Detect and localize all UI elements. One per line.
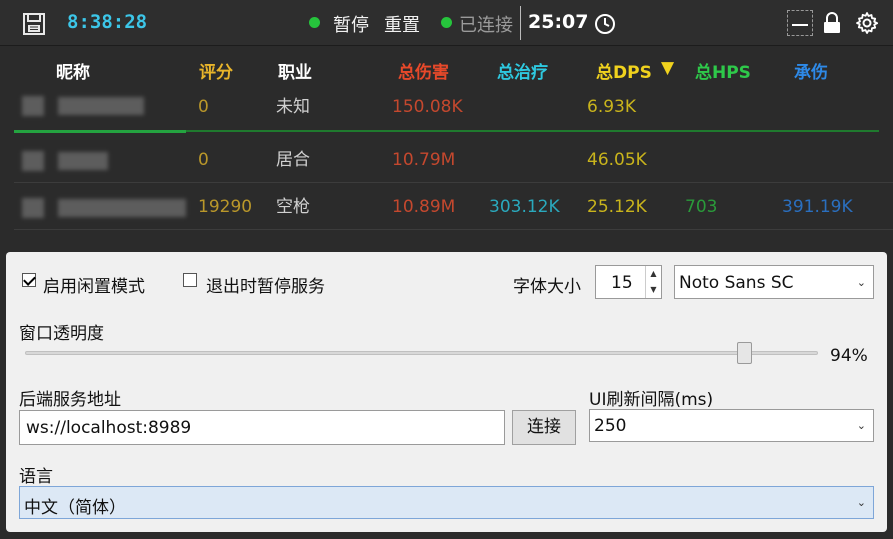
cell-healing: 303.12K — [489, 197, 560, 217]
connect-button[interactable]: 连接 — [512, 410, 576, 445]
font-family-value: Noto Sans SC — [679, 273, 794, 293]
spin-down-icon[interactable]: ▼ — [646, 282, 661, 298]
cell-damage: 10.79M — [392, 150, 456, 170]
player-name-redacted — [58, 152, 108, 170]
row-progress-track — [186, 130, 879, 132]
idle-mode-label[interactable]: 启用闲置模式 — [43, 272, 145, 297]
pause-status-dot — [309, 17, 320, 28]
chevron-down-icon: ⌄ — [856, 496, 866, 509]
idle-mode-checkbox[interactable] — [22, 273, 36, 287]
gear-icon[interactable] — [855, 11, 879, 35]
connection-status-dot — [441, 17, 452, 28]
header-total-dps[interactable]: 总DPS — [596, 58, 652, 83]
header-nickname[interactable]: 昵称 — [56, 58, 90, 83]
opacity-value: 94% — [830, 346, 868, 366]
language-select[interactable]: 中文（简体） ⌄ — [19, 486, 874, 519]
cell-class: 空枪 — [276, 197, 310, 217]
cell-class: 居合 — [276, 150, 310, 170]
avatar — [22, 198, 44, 218]
clock-display: 8:38:28 — [67, 11, 148, 33]
opacity-slider-handle[interactable] — [737, 342, 752, 364]
font-size-value[interactable]: 15 — [611, 273, 633, 293]
header-score[interactable]: 评分 — [199, 58, 233, 83]
player-name-redacted — [58, 199, 186, 217]
header-total-healing[interactable]: 总治疗 — [497, 58, 548, 83]
refresh-interval-label: UI刷新间隔(ms) — [589, 390, 714, 410]
pause-button[interactable]: 暂停 — [333, 11, 369, 37]
separator — [520, 6, 521, 40]
row-divider — [14, 229, 893, 230]
table-row[interactable]: 19290 空枪 10.89M 303.12K 25.12K 703 391.1… — [14, 184, 893, 230]
backend-address-value[interactable]: ws://localhost:8989 — [26, 418, 191, 438]
font-family-select[interactable]: Noto Sans SC ⌄ — [674, 265, 874, 299]
sort-desc-icon: ▼ — [661, 58, 675, 78]
opacity-label: 窗口透明度 — [19, 324, 104, 344]
header-total-damage[interactable]: 总伤害 — [398, 58, 449, 83]
chevron-down-icon: ⌄ — [856, 419, 866, 432]
cell-damage: 10.89M — [392, 197, 456, 217]
cell-score: 0 — [198, 150, 209, 170]
row-progress-bar — [14, 130, 186, 133]
pause-on-exit-checkbox[interactable] — [183, 273, 197, 287]
table-row[interactable]: 0 未知 150.08K 6.93K — [14, 84, 893, 130]
header-class[interactable]: 职业 — [278, 58, 312, 83]
stats-table: 昵称 评分 职业 总伤害 总治疗 总DPS ▼ 总HPS 承伤 0 未知 150… — [0, 46, 893, 246]
refresh-interval-select[interactable]: 250 ⌄ — [589, 409, 874, 442]
connection-status: 已连接 — [459, 15, 513, 36]
spin-arrows[interactable]: ▲ ▼ — [645, 266, 661, 298]
header-damage-taken[interactable]: 承伤 — [794, 58, 828, 83]
language-value: 中文（简体） — [24, 498, 126, 518]
table-row[interactable]: 0 居合 10.79M 46.05K — [14, 137, 893, 183]
save-icon[interactable] — [22, 12, 46, 36]
cell-damage: 150.08K — [392, 97, 463, 117]
opacity-slider-track[interactable] — [25, 351, 818, 355]
cell-hps: 703 — [685, 197, 718, 217]
spin-up-icon[interactable]: ▲ — [646, 266, 661, 282]
backend-address-input[interactable]: ws://localhost:8989 — [19, 410, 505, 445]
font-size-spinbox[interactable]: 15 ▲ ▼ — [595, 265, 662, 299]
cell-class: 未知 — [276, 97, 310, 117]
clock-icon[interactable] — [594, 13, 616, 35]
title-bar: 8:38:28 暂停 重置 已连接 25:07 — [0, 0, 893, 46]
pause-on-exit-label[interactable]: 退出时暂停服务 — [206, 272, 325, 297]
cell-damage-taken: 391.19K — [782, 197, 853, 217]
player-name-redacted — [58, 97, 144, 115]
lock-icon[interactable] — [820, 11, 844, 35]
refresh-interval-value: 250 — [594, 416, 627, 436]
cell-score: 19290 — [198, 197, 253, 217]
avatar — [22, 151, 44, 171]
minimize-button[interactable] — [787, 10, 813, 36]
cell-dps: 46.05K — [587, 150, 647, 170]
backend-address-label: 后端服务地址 — [19, 390, 121, 410]
combat-timer: 25:07 — [528, 11, 589, 33]
cell-score: 0 — [198, 97, 209, 117]
cell-dps: 25.12K — [587, 197, 647, 217]
font-size-label: 字体大小 — [513, 277, 581, 297]
minimize-icon — [792, 24, 808, 26]
reset-button[interactable]: 重置 — [384, 11, 420, 37]
language-label: 语言 — [19, 467, 53, 487]
avatar — [22, 96, 44, 116]
row-divider — [14, 182, 893, 183]
settings-panel: 启用闲置模式 退出时暂停服务 字体大小 15 ▲ ▼ Noto Sans SC … — [6, 252, 887, 532]
cell-dps: 6.93K — [587, 97, 636, 117]
chevron-down-icon: ⌄ — [856, 276, 866, 289]
header-total-hps[interactable]: 总HPS — [695, 58, 751, 83]
